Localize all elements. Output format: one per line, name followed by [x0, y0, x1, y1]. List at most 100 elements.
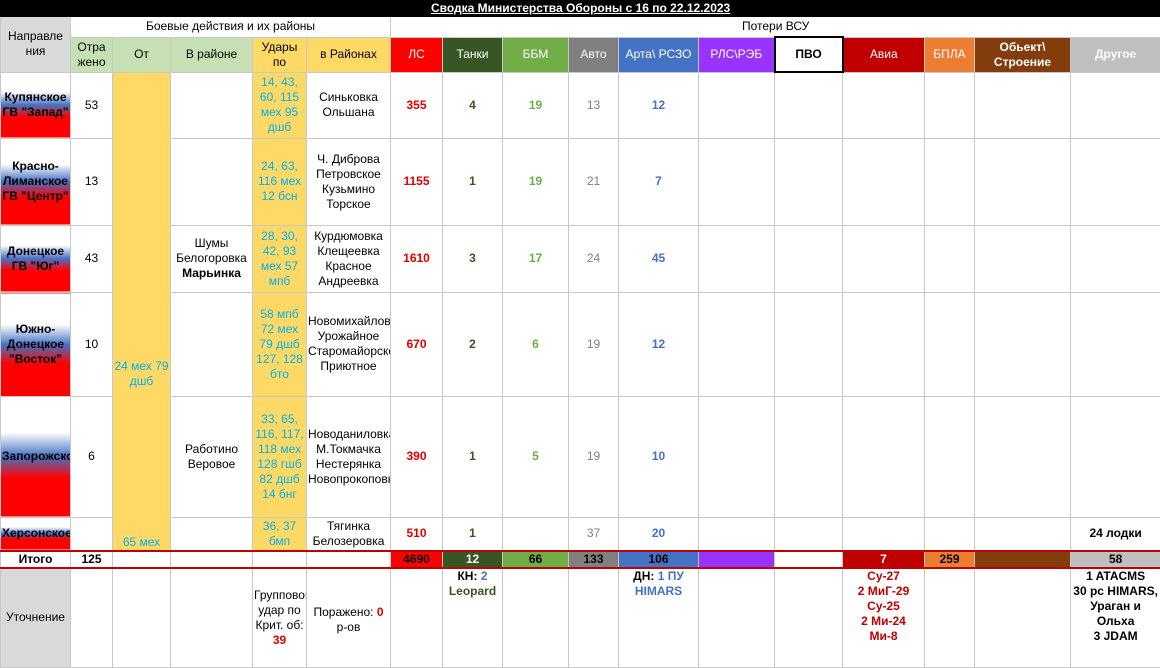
other-cell	[1071, 396, 1160, 517]
clarify-other-item: 3 JDAM	[1072, 629, 1159, 644]
arta-cell: 12	[619, 293, 699, 397]
areas-cell: Синьковка Ольшана	[307, 72, 391, 138]
pvo-cell	[775, 138, 843, 225]
pvo-cell	[775, 396, 843, 517]
strikes-cell: 14, 43, 60, 115 мех 95 дшб	[253, 72, 307, 138]
header-other: Другое	[1071, 37, 1160, 72]
tanks-cell: 4	[443, 72, 503, 138]
area-cell	[171, 517, 253, 550]
areas-cell: Ч. Диброва Петровское Кузьмино Торское	[307, 138, 391, 225]
clarify-empty	[775, 568, 843, 668]
bpla-cell	[925, 293, 975, 397]
repelled-cell	[71, 517, 113, 550]
ls-cell: 355	[391, 72, 443, 138]
header-ls: ЛС	[391, 37, 443, 72]
avia-cell	[843, 225, 925, 292]
header-pvo: ПВО	[775, 37, 843, 72]
header-combat-group: Боевые действия и их районы	[71, 17, 391, 38]
report-title: Сводка Министерства Обороны с 16 по 22.1…	[1, 1, 1160, 17]
pvo-cell	[775, 293, 843, 397]
direction-cell: Херсонское	[1, 517, 71, 550]
clarify-empty	[699, 568, 775, 668]
clarify-hit: Поражено: 0 р-ов	[307, 568, 391, 668]
pvo-cell	[775, 517, 843, 550]
from-units-text: 24 мех 79 дшб	[114, 359, 169, 389]
bbm-cell: 19	[503, 138, 569, 225]
direction-cell: Южно-Донецкое "Восток"	[1, 293, 71, 397]
bbm-cell	[503, 517, 569, 550]
other-cell	[1071, 72, 1160, 138]
rls-cell	[699, 72, 775, 138]
summary-table: Сводка Министерства Обороны с 16 по 22.1…	[0, 0, 1160, 668]
clarify-tanks-num: 2	[481, 569, 488, 583]
clarify-arta: ДН: 1 ПУ HIMARS	[619, 568, 699, 668]
bbm-cell: 5	[503, 396, 569, 517]
object-cell	[975, 396, 1071, 517]
ls-cell: 390	[391, 396, 443, 517]
direction-cell: Купянское ГВ "Запад"	[1, 72, 71, 138]
totals-ls: 4690	[391, 551, 443, 568]
avia-cell	[843, 396, 925, 517]
rls-cell	[699, 517, 775, 550]
header-tanks: Танки	[443, 37, 503, 72]
clarify-row: Уточнение Групповой удар по Крит. об: 39…	[1, 568, 1160, 668]
bbm-cell: 17	[503, 225, 569, 292]
avia-cell	[843, 72, 925, 138]
auto-cell: 21	[569, 138, 619, 225]
repelled-cell: 43	[71, 225, 113, 292]
header-strikes: Удары по	[253, 37, 307, 72]
bpla-cell	[925, 517, 975, 550]
clarify-empty	[925, 568, 975, 668]
tanks-cell: 3	[443, 225, 503, 292]
clarify-avia: Су-27 2 МиГ-29 Су-25 2 Ми-24 Ми-8	[843, 568, 925, 668]
clarify-tanks-name: Leopard	[444, 584, 501, 599]
clarify-avia-item: Су-25	[844, 599, 923, 614]
strikes-cell: 36, 37 бмп	[253, 517, 307, 550]
tanks-cell: 2	[443, 293, 503, 397]
clarify-empty	[113, 568, 171, 668]
object-cell	[975, 138, 1071, 225]
direction-cell: Запорожское	[1, 396, 71, 517]
clarify-other-item: 30 рс HIMARS,	[1072, 584, 1159, 599]
bpla-cell	[925, 72, 975, 138]
clarify-arta-prefix: ДН:	[633, 569, 654, 583]
bpla-cell	[925, 225, 975, 292]
clarify-empty	[975, 568, 1071, 668]
header-rls: РЛС\РЭБ	[699, 37, 775, 72]
other-cell	[1071, 138, 1160, 225]
clarify-hit-suffix: р-ов	[337, 620, 361, 634]
tanks-cell: 1	[443, 138, 503, 225]
header-avia: Авиа	[843, 37, 925, 72]
totals-empty	[253, 551, 307, 568]
totals-empty	[307, 551, 391, 568]
tanks-cell: 1	[443, 396, 503, 517]
header-object: Обьект\ Строение	[975, 37, 1071, 72]
totals-other: 58	[1071, 551, 1160, 568]
header-direction: Направле ния	[1, 17, 71, 73]
ls-cell: 510	[391, 517, 443, 550]
tanks-cell: 1	[443, 517, 503, 550]
header-losses-group: Потери ВСУ	[391, 17, 1160, 38]
clarify-avia-item: Су-27	[844, 569, 923, 584]
pvo-cell	[775, 72, 843, 138]
auto-cell: 19	[569, 396, 619, 517]
from-units-cell: 24 мех 79 дшб 65 мех	[113, 72, 171, 551]
header-auto: Авто	[569, 37, 619, 72]
bbm-cell: 19	[503, 72, 569, 138]
avia-cell	[843, 293, 925, 397]
clarify-other: 1 ATACMS 30 рс HIMARS, Ураган и Ольха 3 …	[1071, 568, 1160, 668]
area-zap-cell: Работино Веровое	[171, 396, 253, 517]
arta-cell: 10	[619, 396, 699, 517]
strikes-cell: 28, 30, 42, 93 мех 57 мпб	[253, 225, 307, 292]
clarify-tanks-prefix: КН:	[457, 569, 477, 583]
repelled-cell: 53	[71, 72, 113, 138]
area-cell	[171, 72, 253, 138]
header-in-area: В районе	[171, 37, 253, 72]
from-units-zap: 65 мех	[114, 535, 169, 550]
clarify-label: Уточнение	[1, 568, 71, 668]
totals-auto: 133	[569, 551, 619, 568]
clarify-group-strike: Групповой удар по Крит. об: 39	[253, 568, 307, 668]
clarify-empty	[391, 568, 443, 668]
header-in-areas: в Районах	[307, 37, 391, 72]
arta-cell: 20	[619, 517, 699, 550]
